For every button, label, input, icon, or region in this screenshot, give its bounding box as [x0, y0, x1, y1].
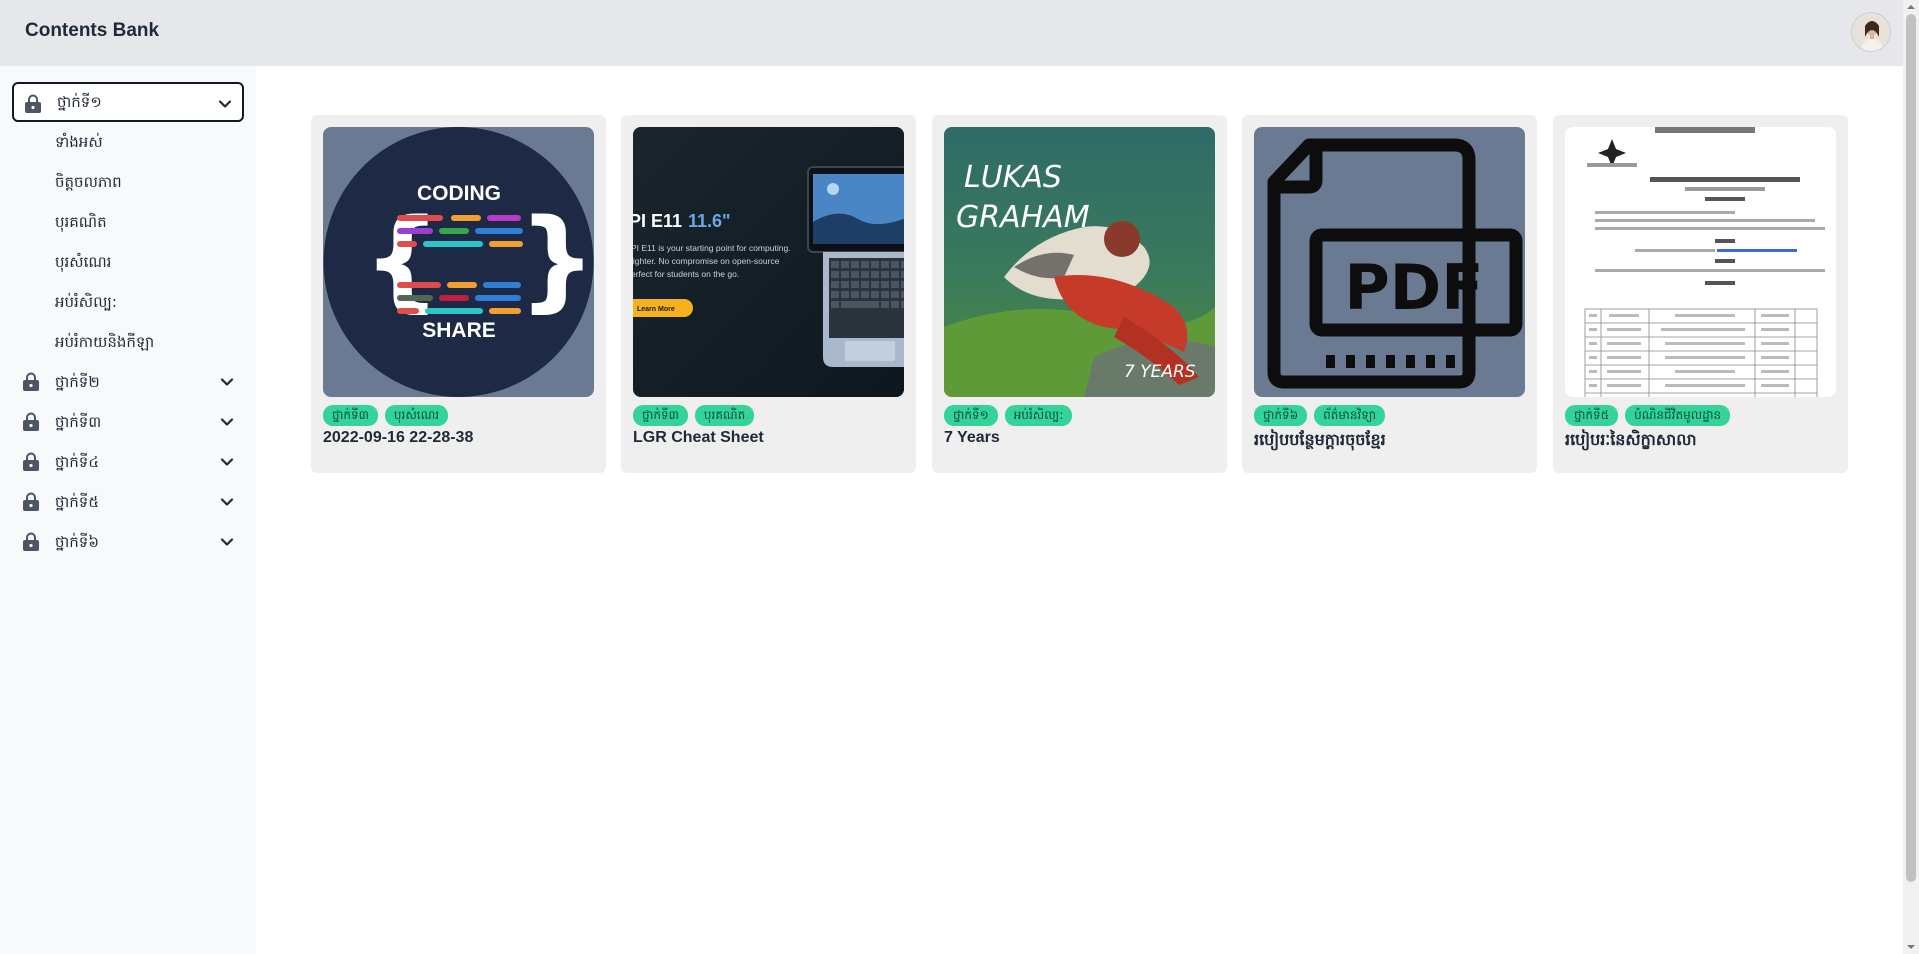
subject-tag[interactable]: ព័ត៌មានវិទ្យា	[1314, 405, 1386, 426]
content-card[interactable]: LUKAS GRAHAM 7 YEARS ថ្នាក់ទី១ អប់រំសិល្…	[932, 115, 1227, 473]
card-tags: ថ្នាក់ទី៣ បុរសំណេរ	[323, 405, 449, 426]
thumb-text-line: GRAHAM	[956, 200, 1090, 235]
card-tags: ថ្នាក់ទី១ អប់រំសិល្ប:	[944, 405, 1073, 426]
subject-tag[interactable]: បុរសំណេរ	[384, 405, 449, 426]
lock-icon	[25, 94, 41, 113]
card-title[interactable]: របៀបរៈនៃសិក្ខាសាលា	[1565, 429, 1697, 453]
top-bar: Contents Bank	[0, 0, 1903, 66]
card-tags: ថ្នាក់ទី៣ បុរគណិត	[633, 405, 755, 426]
thumb-text-corner: 7 YEARS	[1124, 362, 1196, 382]
sidebar-subitem[interactable]: បុរសំណេរ	[55, 250, 111, 274]
thumb-button: Learn More	[637, 306, 675, 313]
grade-tag[interactable]: ថ្នាក់ទី៥	[1565, 405, 1619, 426]
document-preview	[1565, 127, 1836, 397]
sidebar-item-label: ថ្នាក់ទី៤	[55, 453, 99, 471]
scroll-down-icon[interactable]	[1906, 942, 1916, 952]
lock-icon	[23, 492, 39, 511]
chevron-down-icon[interactable]	[220, 415, 234, 429]
thumb-line: lighter. No compromise on open-source	[633, 256, 780, 266]
card-title[interactable]: 7 Years	[944, 429, 1000, 447]
user-avatar[interactable]	[1851, 12, 1891, 52]
chevron-down-icon[interactable]	[220, 455, 234, 469]
thumb-size: 11.6"	[688, 211, 731, 231]
chevron-down-icon[interactable]	[220, 495, 234, 509]
sidebar-item-grade-4[interactable]: ថ្នាក់ទី៤	[12, 442, 244, 482]
card-thumbnail[interactable]: PDF	[1254, 127, 1525, 397]
card-thumbnail[interactable]	[1565, 127, 1836, 397]
sidebar-subitem[interactable]: អប់រំសិល្ប:	[55, 290, 117, 314]
subject-tag[interactable]: បំណិនជីវិតមូលដ្ឋាន	[1625, 405, 1731, 426]
chevron-down-icon[interactable]	[218, 97, 232, 111]
sidebar-item-grade-3[interactable]: ថ្នាក់ទី៣	[12, 402, 244, 442]
pdf-label: PDF	[1344, 251, 1483, 324]
sidebar-item-label: ថ្នាក់ទី៥	[55, 493, 99, 511]
grade-tag[interactable]: ថ្នាក់ទី១	[944, 405, 998, 426]
card-thumbnail[interactable]: PI E11 11.6" PI E11 is your starting poi…	[633, 127, 904, 397]
card-title[interactable]: របៀបបន្ថែមក្តារចុចខ្មែរ	[1254, 429, 1386, 453]
lock-icon	[23, 372, 39, 391]
content-card[interactable]: PI E11 11.6" PI E11 is your starting poi…	[621, 115, 916, 473]
grade-tag[interactable]: ថ្នាក់ទី៣	[633, 405, 688, 426]
pdf-file-icon: PDF	[1267, 138, 1523, 389]
thumb-line: PI E11 is your starting point for comput…	[633, 243, 791, 253]
thumb-text-bottom: SHARE	[422, 319, 496, 342]
content-card[interactable]: { } CODING SHARE ថ្នាក់ទី៣ បុរសំណេរ 2022…	[311, 115, 606, 473]
sidebar-item-grade-2[interactable]: ថ្នាក់ទី២	[12, 362, 244, 402]
card-title[interactable]: 2022-09-16 22-28-38	[323, 429, 473, 447]
lock-icon	[23, 412, 39, 431]
card-tags: ថ្នាក់ទី៥ បំណិនជីវិតមូលដ្ឋាន	[1565, 405, 1731, 426]
card-title[interactable]: LGR Cheat Sheet	[633, 429, 764, 447]
thumb-heading: PI E11	[633, 211, 682, 231]
sidebar-subitem-all[interactable]: ទាំងអស់	[55, 130, 103, 154]
sidebar-item-label: ថ្នាក់ទី១	[57, 93, 102, 111]
subject-tag[interactable]: អប់រំសិល្ប:	[1004, 405, 1073, 426]
card-thumbnail[interactable]: LUKAS GRAHAM 7 YEARS	[944, 127, 1215, 397]
sidebar: ថ្នាក់ទី១ ទាំងអស់ ចិត្តចលភាព បុរគណិត បុរ…	[0, 66, 256, 954]
chevron-down-icon[interactable]	[220, 535, 234, 549]
scroll-up-icon[interactable]	[1906, 2, 1916, 12]
sidebar-subitem[interactable]: បុរគណិត	[55, 210, 107, 234]
lock-icon	[23, 452, 39, 471]
grade-tag[interactable]: ថ្នាក់ទី៣	[323, 405, 378, 426]
thumb-line: erfect for students on the go.	[633, 269, 739, 279]
sidebar-item-grade-5[interactable]: ថ្នាក់ទី៥	[12, 482, 244, 522]
card-tags: ថ្នាក់ទី៦ ព័ត៌មានវិទ្យា	[1254, 405, 1386, 426]
thumb-text-line: LUKAS	[964, 160, 1062, 195]
lock-icon	[23, 532, 39, 551]
scroll-thumb[interactable]	[1906, 14, 1916, 882]
sidebar-item-grade-1[interactable]: ថ្នាក់ទី១	[12, 82, 244, 122]
card-thumbnail[interactable]: { } CODING SHARE	[323, 127, 594, 397]
thumb-text-top: CODING	[417, 182, 501, 205]
subject-tag[interactable]: បុរគណិត	[694, 405, 755, 426]
sidebar-item-label: ថ្នាក់ទី២	[55, 373, 100, 391]
chevron-down-icon[interactable]	[220, 375, 234, 389]
app-title[interactable]: Contents Bank	[25, 20, 159, 42]
sidebar-item-label: ថ្នាក់ទី៣	[55, 413, 102, 431]
svg-text:{: {	[363, 195, 441, 323]
sidebar-subitem[interactable]: ចិត្តចលភាព	[55, 170, 122, 194]
content-card[interactable]: ថ្នាក់ទី៥ បំណិនជីវិតមូលដ្ឋាន របៀបរៈនៃសិក…	[1553, 115, 1848, 473]
sidebar-item-grade-6[interactable]: ថ្នាក់ទី៦	[12, 522, 244, 562]
grade-tag[interactable]: ថ្នាក់ទី៦	[1254, 405, 1308, 426]
sidebar-subitem[interactable]: អប់រំកាយនិងកីឡា	[55, 330, 154, 354]
svg-text:}: }	[518, 195, 594, 323]
sidebar-item-label: ថ្នាក់ទី៦	[55, 533, 99, 551]
content-card[interactable]: PDF ថ្នាក់ទី៦ ព័ត៌មានវិទ្យា របៀបបន្ថែមក្…	[1242, 115, 1537, 473]
